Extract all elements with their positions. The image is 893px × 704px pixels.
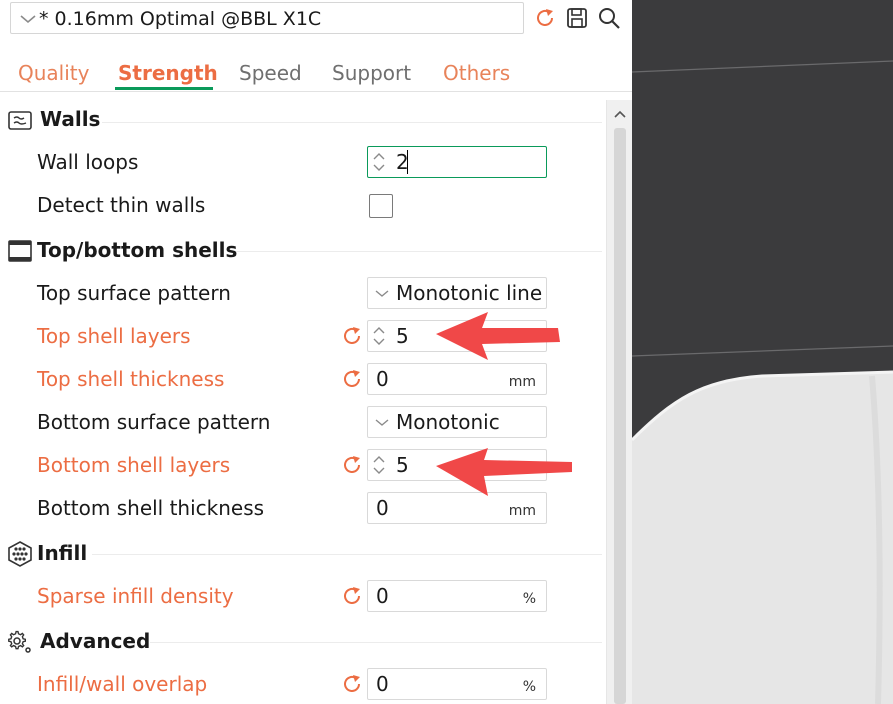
top-shell-thickness-value: 0: [376, 367, 389, 391]
bottom-shell-layers-label: Bottom shell layers: [37, 453, 231, 477]
infill-wall-overlap-input[interactable]: 0 %: [367, 668, 547, 700]
spin-arrows-icon[interactable]: [370, 323, 388, 349]
reset-icon[interactable]: [340, 672, 364, 696]
section-title-advanced: Advanced: [40, 629, 151, 653]
top-shell-thickness-label: Top shell thickness: [37, 367, 225, 391]
section-divider: [92, 554, 602, 555]
reset-icon[interactable]: [340, 367, 364, 391]
tab-support[interactable]: Support: [332, 60, 411, 86]
chevron-up-icon[interactable]: [613, 108, 627, 122]
wall-loops-stepper[interactable]: 2: [367, 146, 547, 178]
chevron-down-icon: [20, 15, 36, 24]
unit-label: %: [522, 679, 536, 695]
wall-loops-label: Wall loops: [37, 150, 139, 174]
bottom-surface-pattern-select[interactable]: Monotonic: [367, 406, 547, 438]
top-shell-thickness-input[interactable]: 0 mm: [367, 363, 547, 395]
walls-icon: [8, 111, 32, 130]
tab-others[interactable]: Others: [443, 60, 510, 86]
bottom-shell-thickness-value: 0: [376, 496, 389, 520]
sparse-infill-density-label: Sparse infill density: [37, 584, 234, 608]
reset-icon[interactable]: [340, 584, 364, 608]
bottom-shell-thickness-label: Bottom shell thickness: [37, 496, 265, 520]
gear-icon: [8, 630, 31, 653]
tab-speed[interactable]: Speed: [239, 60, 302, 86]
top-shell-layers-value: 5: [396, 324, 409, 348]
top-surface-pattern-value: Monotonic line: [396, 281, 543, 305]
detect-thin-walls-checkbox[interactable]: [369, 194, 393, 218]
top-surface-pattern-label: Top surface pattern: [37, 281, 231, 305]
vertical-scrollbar[interactable]: [606, 100, 632, 704]
section-divider: [236, 251, 602, 252]
red-arrow-icon: [436, 448, 572, 496]
3d-viewport[interactable]: [632, 0, 893, 704]
save-icon[interactable]: [565, 6, 589, 30]
reset-icon[interactable]: [533, 6, 557, 30]
red-arrow-icon: [436, 312, 560, 360]
shells-icon: [8, 240, 32, 262]
bottom-shell-layers-value: 5: [396, 453, 409, 477]
preset-name: * 0.16mm Optimal @BBL X1C: [39, 8, 322, 30]
section-title-walls: Walls: [40, 107, 101, 131]
infill-icon: [8, 541, 32, 567]
infill-wall-overlap-value: 0: [376, 672, 389, 696]
top-shell-layers-label: Top shell layers: [37, 324, 191, 348]
text-caret: [407, 150, 408, 174]
section-title-top-bottom-shells: Top/bottom shells: [37, 238, 238, 262]
print-settings-panel: * 0.16mm Optimal @BBL X1C Quality Streng…: [0, 0, 632, 704]
unit-label: mm: [508, 503, 536, 519]
bottom-surface-pattern-label: Bottom surface pattern: [37, 410, 271, 434]
unit-label: mm: [508, 374, 536, 390]
section-divider: [150, 642, 602, 643]
tab-strength[interactable]: Strength: [118, 60, 218, 86]
search-icon[interactable]: [597, 6, 621, 30]
3d-model-preview: [632, 60, 893, 704]
sparse-infill-density-input[interactable]: 0 %: [367, 580, 547, 612]
reset-icon[interactable]: [340, 453, 364, 477]
top-surface-pattern-select[interactable]: Monotonic line: [367, 277, 547, 309]
active-tab-indicator: [115, 87, 213, 90]
section-divider: [102, 122, 602, 123]
tab-quality[interactable]: Quality: [18, 60, 89, 86]
unit-label: %: [522, 591, 536, 607]
scrollbar-thumb[interactable]: [614, 128, 626, 704]
spin-arrows-icon[interactable]: [370, 452, 388, 478]
detect-thin-walls-label: Detect thin walls: [37, 193, 206, 217]
section-title-infill: Infill: [37, 541, 88, 565]
sparse-infill-density-value: 0: [376, 584, 389, 608]
spin-arrows-icon[interactable]: [370, 149, 388, 175]
preset-dropdown[interactable]: * 0.16mm Optimal @BBL X1C: [10, 2, 524, 34]
chevron-down-icon: [375, 290, 389, 297]
chevron-down-icon: [375, 419, 389, 426]
settings-tabs: Quality Strength Speed Support Others: [0, 52, 632, 92]
bottom-surface-pattern-value: Monotonic: [396, 410, 500, 434]
infill-wall-overlap-label: Infill/wall overlap: [37, 672, 208, 696]
reset-icon[interactable]: [340, 324, 364, 348]
